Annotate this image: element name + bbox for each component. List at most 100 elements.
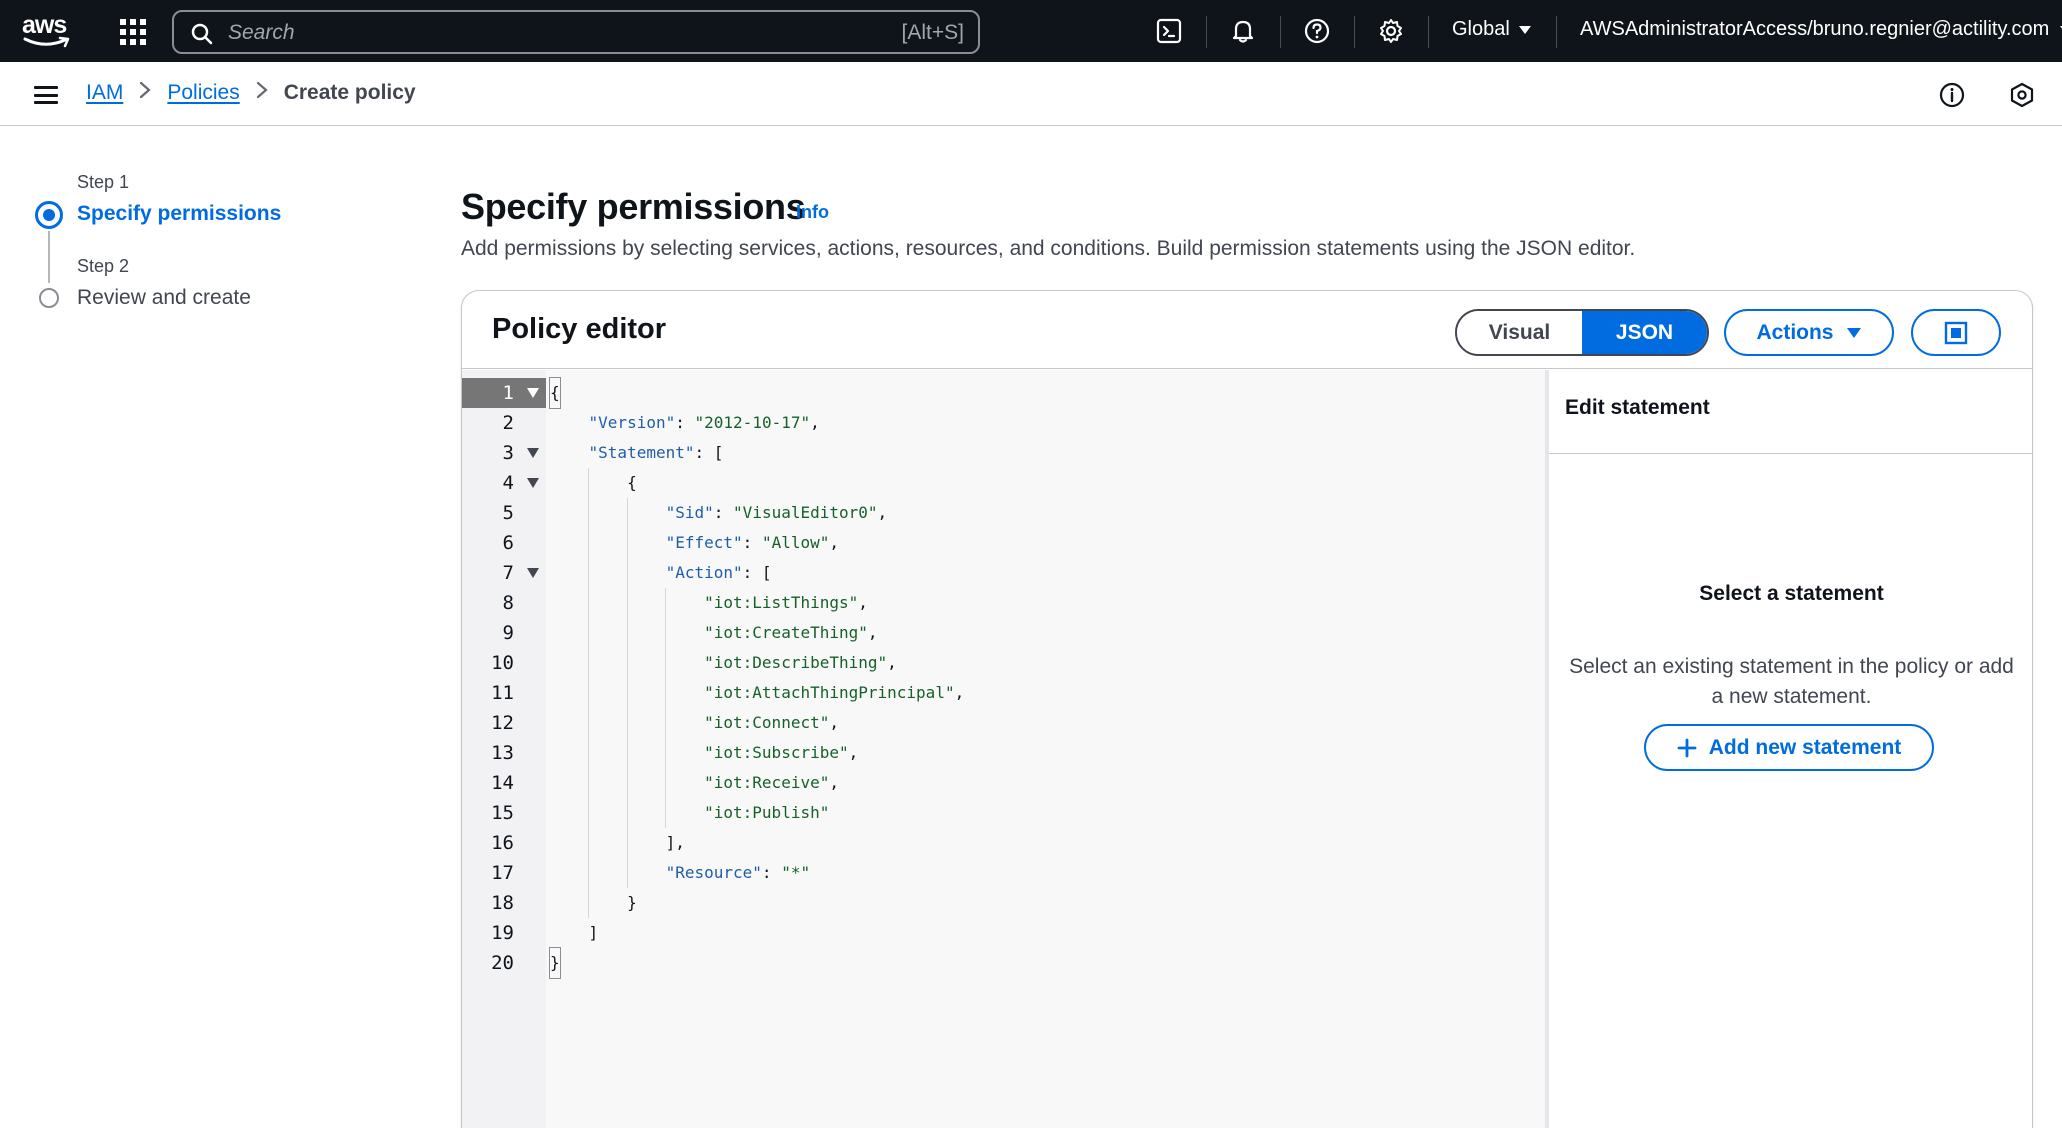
- fold-toggle-icon[interactable]: [527, 568, 539, 578]
- fullscreen-button[interactable]: [1911, 309, 2001, 356]
- step-connector: [48, 231, 50, 283]
- step-2-indicator: [39, 288, 59, 308]
- account-menu[interactable]: AWSAdministratorAccess/bruno.regnier@act…: [1580, 18, 2062, 41]
- code-text: "iot:CreateThing",: [704, 623, 878, 642]
- code-line[interactable]: 9 "iot:CreateThing",: [462, 618, 1545, 648]
- region-selector[interactable]: Global: [1452, 18, 1532, 41]
- cloudshell-icon[interactable]: [1154, 16, 1184, 46]
- code-line[interactable]: 16 ],: [462, 828, 1545, 858]
- info-icon[interactable]: [1939, 82, 1965, 108]
- code-line[interactable]: 4 {: [462, 468, 1545, 498]
- menu-icon[interactable]: [34, 86, 58, 104]
- code-text: "Effect": "Allow",: [665, 533, 840, 552]
- line-number: 5: [502, 502, 514, 524]
- code-line[interactable]: 6 "Effect": "Allow",: [462, 528, 1545, 558]
- actions-button[interactable]: Actions: [1724, 309, 1894, 356]
- empty-state-description: Select an existing statement in the poli…: [1569, 655, 2014, 708]
- code-line[interactable]: 13 "iot:Subscribe",: [462, 738, 1545, 768]
- line-number: 16: [491, 832, 514, 854]
- code-text: "iot:Receive",: [704, 773, 839, 792]
- line-number: 10: [491, 652, 514, 674]
- line-number: 11: [491, 682, 514, 704]
- visual-mode-button[interactable]: Visual: [1457, 311, 1582, 354]
- code-text: "iot:Subscribe",: [704, 743, 859, 762]
- step-1-label: Step 1: [77, 172, 130, 192]
- code-text: "iot:Connect",: [704, 713, 839, 732]
- code-line[interactable]: 19 ]: [462, 918, 1545, 948]
- line-number: 12: [491, 712, 514, 734]
- empty-state-title: Select a statement: [1699, 582, 1884, 605]
- code-text: {: [550, 473, 637, 492]
- line-number: 14: [491, 772, 514, 794]
- line-number: 17: [491, 862, 514, 884]
- gear-icon[interactable]: [1376, 16, 1406, 46]
- line-number: 6: [502, 532, 514, 554]
- breadcrumb: IAM Policies Create policy: [86, 81, 416, 105]
- line-number: 15: [491, 802, 514, 824]
- code-line[interactable]: 8 "iot:ListThings",: [462, 588, 1545, 618]
- code-text: "Version": "2012-10-17",: [588, 413, 820, 432]
- help-icon[interactable]: [1302, 16, 1332, 46]
- code-line[interactable]: 2 "Version": "2012-10-17",: [462, 408, 1545, 438]
- caret-down-icon: [1846, 327, 1861, 338]
- nav-separator: [1280, 16, 1281, 48]
- json-mode-button[interactable]: JSON: [1582, 311, 1707, 354]
- code-line[interactable]: 7 "Action": [: [462, 558, 1545, 588]
- search-icon: [191, 23, 213, 45]
- code-line[interactable]: 17 "Resource": "*": [462, 858, 1545, 888]
- code-line[interactable]: 3 "Statement": [: [462, 438, 1545, 468]
- add-new-statement-button[interactable]: Add new statement: [1644, 724, 1934, 771]
- code-text: }: [550, 893, 637, 912]
- nav-separator: [1354, 16, 1355, 48]
- bell-icon[interactable]: [1228, 16, 1258, 46]
- line-number: 8: [502, 592, 514, 614]
- line-number: 20: [491, 952, 514, 974]
- fold-toggle-icon[interactable]: [527, 478, 539, 488]
- code-text: "iot:AttachThingPrincipal",: [704, 683, 965, 702]
- editor-mode-toggle: Visual JSON: [1455, 309, 1709, 356]
- code-text: ]: [550, 923, 599, 942]
- code-text: ],: [550, 833, 685, 852]
- line-number: 9: [502, 622, 514, 644]
- step-1-title[interactable]: Specify permissions: [77, 202, 281, 226]
- code-line[interactable]: 11 "iot:AttachThingPrincipal",: [462, 678, 1545, 708]
- code-line[interactable]: 12 "iot:Connect",: [462, 708, 1545, 738]
- policy-editor: Policy editor Visual JSON Actions 1{2 "V…: [461, 290, 2033, 1128]
- grid-icon[interactable]: [118, 17, 146, 45]
- line-number: 18: [491, 892, 514, 914]
- code-text: "iot:ListThings",: [704, 593, 868, 612]
- page-title: Specify permissions: [461, 186, 806, 227]
- code-line[interactable]: 10 "iot:DescribeThing",: [462, 648, 1545, 678]
- line-number: 2: [502, 412, 514, 434]
- code-text: "Sid": "VisualEditor0",: [665, 503, 888, 522]
- page-description: Add permissions by selecting services, a…: [461, 237, 1636, 260]
- info-link[interactable]: Info: [796, 202, 829, 223]
- json-code-editor[interactable]: 1{2 "Version": "2012-10-17", 3 "Statement…: [462, 370, 1545, 1128]
- fold-toggle-icon[interactable]: [527, 388, 539, 398]
- breadcrumb-iam[interactable]: IAM: [86, 81, 123, 105]
- region-label: Global: [1452, 18, 1510, 40]
- actions-label: Actions: [1756, 320, 1834, 344]
- fullscreen-icon: [1944, 321, 1968, 344]
- code-line[interactable]: 15 "iot:Publish": [462, 798, 1545, 828]
- aws-logo[interactable]: aws: [22, 12, 74, 50]
- breadcrumb-policies[interactable]: Policies: [167, 81, 239, 105]
- code-line[interactable]: 20}: [462, 947, 1545, 979]
- fold-toggle-icon[interactable]: [527, 448, 539, 458]
- step-1-indicator: [35, 201, 63, 229]
- security-hub-icon[interactable]: [2009, 82, 2035, 108]
- code-text: "iot:DescribeThing",: [704, 653, 897, 672]
- code-text: {: [549, 377, 561, 409]
- search-bar[interactable]: Search [Alt+S]: [172, 10, 980, 54]
- code-line[interactable]: 1{: [462, 377, 1545, 409]
- edit-statement-panel: Edit statement Select a statement Select…: [1549, 370, 2032, 1128]
- panel-header: Edit statement: [1549, 370, 2032, 454]
- code-line[interactable]: 14 "iot:Receive",: [462, 768, 1545, 798]
- breadcrumb-bar: IAM Policies Create policy: [0, 62, 2062, 126]
- code-text: "Resource": "*": [665, 863, 811, 882]
- code-line[interactable]: 18 }: [462, 888, 1545, 918]
- code-line[interactable]: 5 "Sid": "VisualEditor0",: [462, 498, 1545, 528]
- chevron-right-icon: [139, 81, 152, 105]
- search-placeholder: Search: [228, 21, 295, 44]
- nav-separator: [1206, 16, 1207, 48]
